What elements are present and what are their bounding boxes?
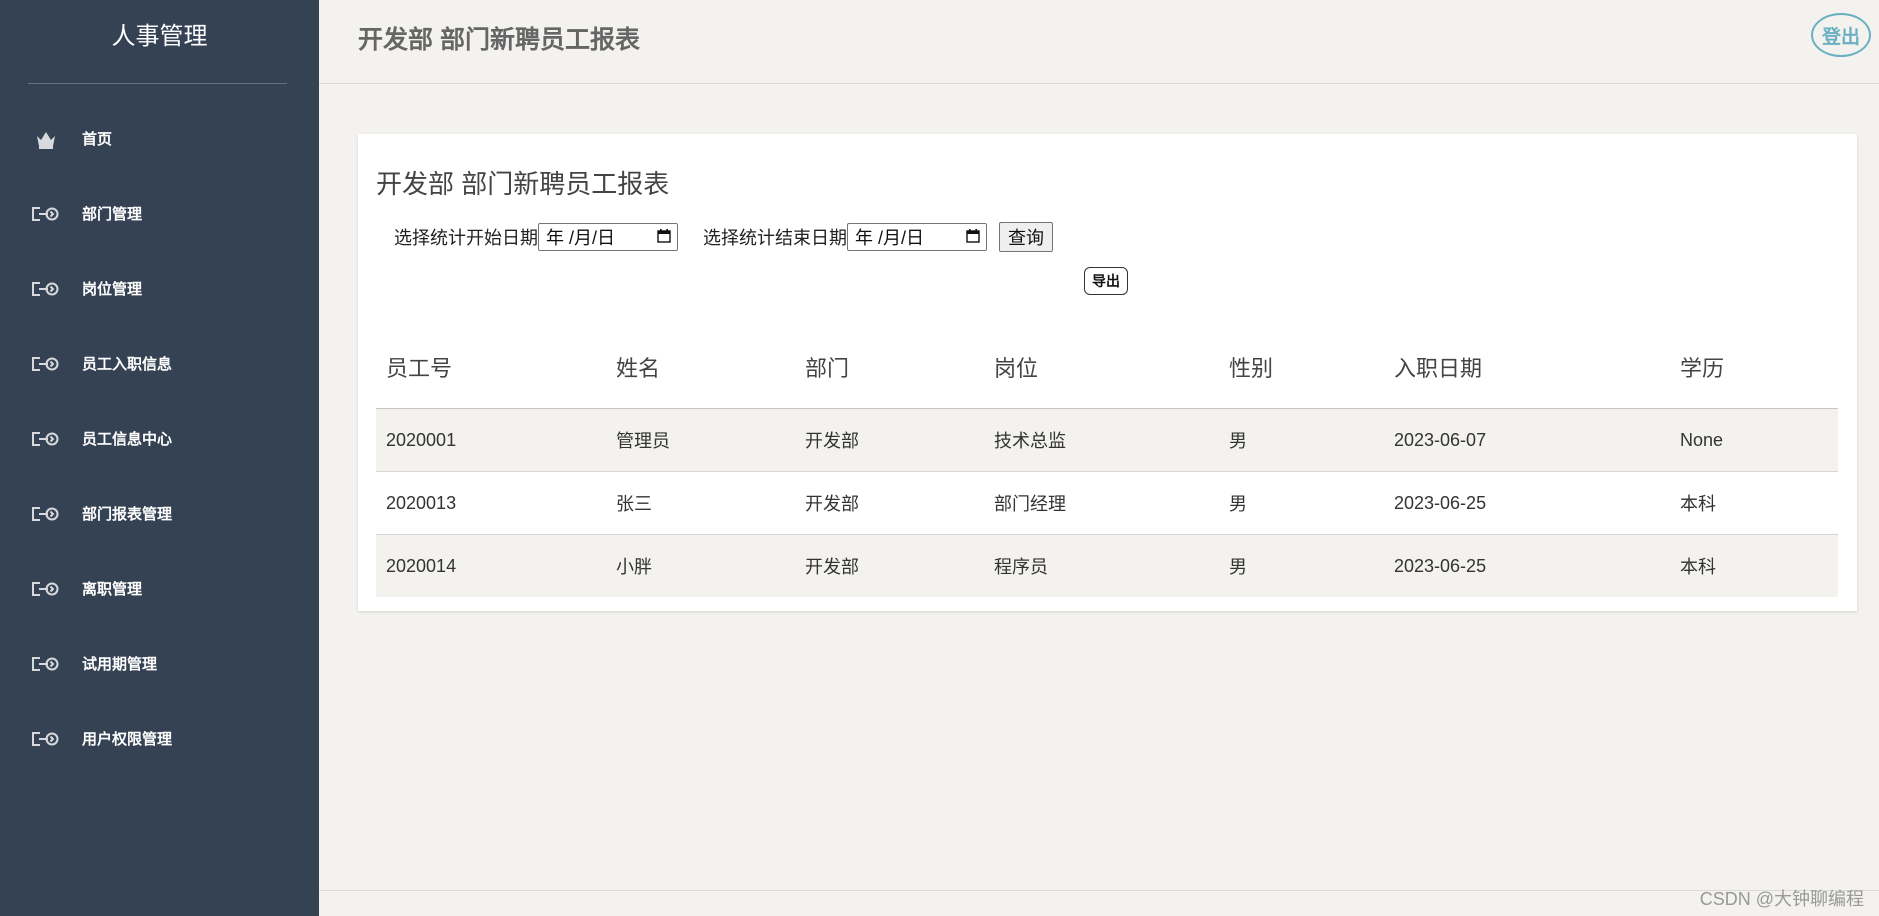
report-card: 开发部 部门新聘员工报表 选择统计开始日期 年 /月/日 选择统计结束日期 年 … [358, 134, 1857, 611]
report-table: 员工号 姓名 部门 岗位 性别 入职日期 学历 2020001 管理员 开发部 … [376, 326, 1838, 597]
end-date-label: 选择统计结束日期 [703, 228, 847, 248]
table-row: 2020001 管理员 开发部 技术总监 男 2023-06-07 None [376, 408, 1838, 472]
arrow-circle-icon [31, 505, 60, 523]
column-header: 性别 [1219, 326, 1384, 409]
sidebar-item-employee-center[interactable]: 员工信息中心 [0, 401, 319, 476]
table-cell: 2023-06-25 [1384, 471, 1670, 535]
sidebar-item-label: 首页 [82, 131, 113, 148]
sidebar-item-department[interactable]: 部门管理 [0, 176, 319, 251]
crown-icon [31, 130, 60, 149]
table-cell: 2020014 [376, 534, 606, 597]
sidebar-item-label: 部门管理 [82, 206, 143, 223]
column-header: 学历 [1670, 326, 1838, 409]
table-cell: 2020013 [376, 471, 606, 535]
sidebar-item-home[interactable]: 首页 [0, 101, 319, 176]
calendar-icon [966, 227, 980, 248]
logout-button[interactable]: 登出 [1811, 13, 1871, 57]
sidebar-item-label: 用户权限管理 [82, 731, 173, 748]
start-date-label: 选择统计开始日期 [394, 228, 538, 248]
column-header: 员工号 [376, 326, 606, 409]
table-cell: 管理员 [606, 408, 795, 472]
arrow-circle-icon [31, 655, 60, 673]
arrow-circle-icon [31, 580, 60, 598]
table-cell: 2023-06-25 [1384, 534, 1670, 597]
footer-divider [319, 890, 1879, 891]
sidebar-item-position[interactable]: 岗位管理 [0, 251, 319, 326]
top-bar: 开发部 部门新聘员工报表 登出 [319, 0, 1879, 84]
arrow-circle-icon [31, 430, 60, 448]
start-date-placeholder: 年 /月/日 [546, 228, 616, 248]
sidebar-item-label: 岗位管理 [82, 281, 143, 298]
table-cell: 男 [1219, 534, 1384, 597]
sidebar-item-probation[interactable]: 试用期管理 [0, 626, 319, 701]
sidebar-item-label: 部门报表管理 [82, 506, 173, 523]
table-row: 2020013 张三 开发部 部门经理 男 2023-06-25 本科 [376, 471, 1838, 535]
sidebar-item-onboarding[interactable]: 员工入职信息 [0, 326, 319, 401]
query-button[interactable]: 查询 [999, 222, 1053, 252]
column-header: 岗位 [984, 326, 1219, 409]
sidebar-item-label: 员工信息中心 [82, 431, 173, 448]
table-cell: 2020001 [376, 408, 606, 472]
table-cell: 开发部 [795, 408, 984, 472]
table-cell: 开发部 [795, 534, 984, 597]
sidebar-nav: 首页 部门管理 岗位管理 员工入职信息 员工信息中心 部门报表管理 离职管理 试… [0, 101, 319, 776]
arrow-circle-icon [31, 205, 60, 223]
table-cell: 程序员 [984, 534, 1219, 597]
arrow-circle-icon [31, 280, 60, 298]
table-header-row: 员工号 姓名 部门 岗位 性别 入职日期 学历 [376, 326, 1838, 409]
table-cell: 2023-06-07 [1384, 408, 1670, 472]
sidebar-item-department-report[interactable]: 部门报表管理 [0, 476, 319, 551]
sidebar-item-resignation[interactable]: 离职管理 [0, 551, 319, 626]
table-cell: 本科 [1670, 534, 1838, 597]
end-date-input[interactable]: 年 /月/日 [847, 223, 987, 251]
table-cell: 张三 [606, 471, 795, 535]
watermark: CSDN @大钟聊编程 [1699, 889, 1864, 909]
table-cell: 部门经理 [984, 471, 1219, 535]
sidebar-divider [28, 83, 287, 84]
sidebar-item-label: 试用期管理 [82, 656, 158, 673]
sidebar-item-permissions[interactable]: 用户权限管理 [0, 701, 319, 776]
table-cell: 小胖 [606, 534, 795, 597]
column-header: 部门 [795, 326, 984, 409]
app-brand: 人事管理 [111, 23, 208, 50]
sidebar-item-label: 离职管理 [82, 581, 143, 598]
end-date-placeholder: 年 /月/日 [855, 228, 925, 248]
report-title: 开发部 部门新聘员工报表 [376, 169, 670, 199]
start-date-input[interactable]: 年 /月/日 [538, 223, 678, 251]
sidebar-item-label: 员工入职信息 [82, 356, 173, 373]
column-header: 入职日期 [1384, 326, 1670, 409]
table-cell: 本科 [1670, 471, 1838, 535]
calendar-icon [657, 227, 671, 248]
table-row: 2020014 小胖 开发部 程序员 男 2023-06-25 本科 [376, 534, 1838, 597]
arrow-circle-icon [31, 730, 60, 748]
page-title: 开发部 部门新聘员工报表 [358, 26, 640, 54]
table-cell: 男 [1219, 408, 1384, 472]
date-filter-bar: 选择统计开始日期 年 /月/日 选择统计结束日期 年 /月/日 查询 [394, 222, 1053, 252]
export-button[interactable]: 导出 [1084, 267, 1128, 295]
table-cell: 开发部 [795, 471, 984, 535]
column-header: 姓名 [606, 326, 795, 409]
table-cell: None [1670, 408, 1838, 472]
table-cell: 男 [1219, 471, 1384, 535]
table-cell: 技术总监 [984, 408, 1219, 472]
arrow-circle-icon [31, 355, 60, 373]
sidebar: 人事管理 首页 部门管理 岗位管理 员工入职信息 员工信息中心 部门报表管理 离… [0, 0, 319, 916]
